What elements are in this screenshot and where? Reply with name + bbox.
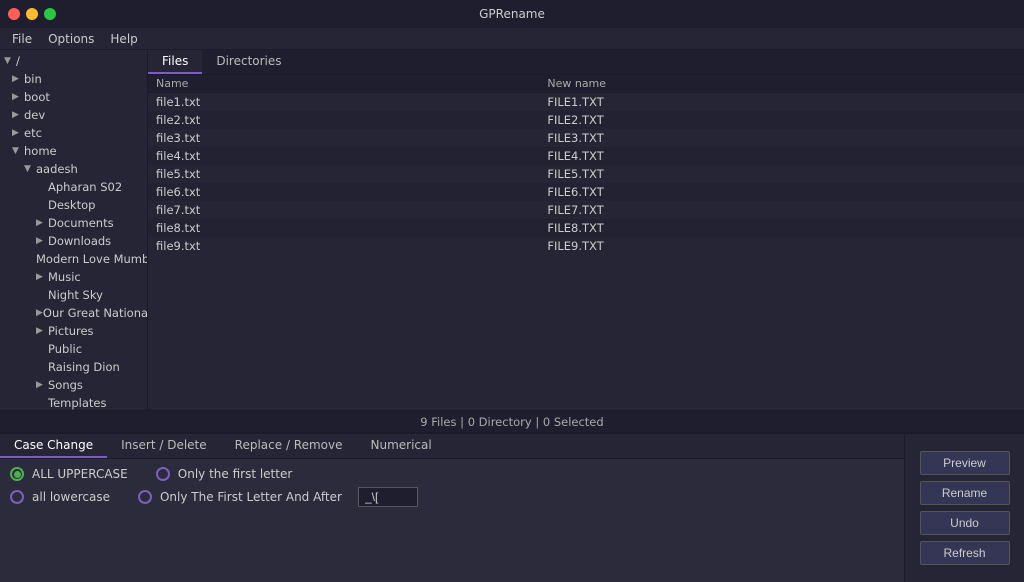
table-row[interactable]: file2.txtFILE2.TXT [148, 111, 1024, 129]
tree-item-templates[interactable]: Templates [0, 394, 147, 410]
tree-item-aadesh[interactable]: ▼aadesh [0, 160, 147, 178]
tree-item-modern[interactable]: Modern Love Mumbai [0, 250, 147, 268]
maximize-button[interactable] [44, 8, 56, 20]
label-first-letter: Only the first letter [178, 467, 293, 481]
close-button[interactable] [8, 8, 20, 20]
main-area: ▼ / ▶bin▶boot▶dev▶etc▼home▼aadeshApharan… [0, 50, 1024, 410]
tree-item-apharan[interactable]: Apharan S02 [0, 178, 147, 196]
tree-item-nightsky[interactable]: Night Sky [0, 286, 147, 304]
row-uppercase: ALL UPPERCASE Only the first letter [10, 467, 894, 481]
file-table: Name New name file1.txtFILE1.TXTfile2.tx… [148, 75, 1024, 255]
bottom-tabs: Case Change Insert / Delete Replace / Re… [0, 434, 904, 459]
file-newname-cell: FILE9.TXT [539, 237, 1024, 255]
menu-file[interactable]: File [4, 30, 40, 48]
file-newname-cell: FILE8.TXT [539, 219, 1024, 237]
file-name-cell: file3.txt [148, 129, 539, 147]
case-change-content: ALL UPPERCASE Only the first letter all … [0, 459, 904, 582]
tree-item-dev[interactable]: ▶dev [0, 106, 147, 124]
tree-item-etc[interactable]: ▶etc [0, 124, 147, 142]
file-name-cell: file6.txt [148, 183, 539, 201]
btab-replace-remove[interactable]: Replace / Remove [221, 434, 357, 458]
tab-directories[interactable]: Directories [202, 50, 295, 74]
label-uppercase: ALL UPPERCASE [32, 467, 128, 481]
first-after-input[interactable] [358, 487, 418, 507]
file-name-cell: file7.txt [148, 201, 539, 219]
menubar: File Options Help [0, 28, 1024, 50]
file-name-cell: file9.txt [148, 237, 539, 255]
tree-item-pictures[interactable]: ▶Pictures [0, 322, 147, 340]
tab-files[interactable]: Files [148, 50, 202, 74]
file-name-cell: file2.txt [148, 111, 539, 129]
radio-first-and-after[interactable] [138, 490, 152, 504]
refresh-button[interactable]: Refresh [920, 541, 1010, 565]
tree-item-boot[interactable]: ▶boot [0, 88, 147, 106]
file-newname-cell: FILE6.TXT [539, 183, 1024, 201]
file-newname-cell: FILE3.TXT [539, 129, 1024, 147]
table-row[interactable]: file5.txtFILE5.TXT [148, 165, 1024, 183]
statusbar: 9 Files | 0 Directory | 0 Selected [0, 410, 1024, 432]
preview-button[interactable]: Preview [920, 451, 1010, 475]
file-name-cell: file4.txt [148, 147, 539, 165]
table-row[interactable]: file6.txtFILE6.TXT [148, 183, 1024, 201]
table-row[interactable]: file8.txtFILE8.TXT [148, 219, 1024, 237]
minimize-button[interactable] [26, 8, 38, 20]
tree-item-bin[interactable]: ▶bin [0, 70, 147, 88]
tree-item-public[interactable]: Public [0, 340, 147, 358]
table-row[interactable]: file3.txtFILE3.TXT [148, 129, 1024, 147]
btab-case-change[interactable]: Case Change [0, 434, 107, 458]
label-lowercase: all lowercase [32, 490, 110, 504]
tree-root[interactable]: ▼ / [0, 52, 147, 70]
file-newname-cell: FILE1.TXT [539, 93, 1024, 112]
row-lowercase: all lowercase Only The First Letter And … [10, 487, 894, 507]
tree-item-raising[interactable]: Raising Dion [0, 358, 147, 376]
tree-item-downloads[interactable]: ▶Downloads [0, 232, 147, 250]
radio-lowercase[interactable] [10, 490, 24, 504]
table-row[interactable]: file9.txtFILE9.TXT [148, 237, 1024, 255]
file-newname-cell: FILE2.TXT [539, 111, 1024, 129]
file-list-panel: Files Directories Name New name file1.tx… [148, 50, 1024, 410]
file-name-cell: file1.txt [148, 93, 539, 112]
rename-button[interactable]: Rename [920, 481, 1010, 505]
tree-item-documents[interactable]: ▶Documents [0, 214, 147, 232]
radio-first-letter[interactable] [156, 467, 170, 481]
tree-item-home[interactable]: ▼home [0, 142, 147, 160]
col-name: Name [148, 75, 539, 93]
file-name-cell: file5.txt [148, 165, 539, 183]
btab-numerical[interactable]: Numerical [357, 434, 446, 458]
titlebar: GPRename [0, 0, 1024, 28]
table-row[interactable]: file4.txtFILE4.TXT [148, 147, 1024, 165]
sidebar: ▼ / ▶bin▶boot▶dev▶etc▼home▼aadeshApharan… [0, 50, 148, 410]
file-newname-cell: FILE5.TXT [539, 165, 1024, 183]
menu-help[interactable]: Help [102, 30, 145, 48]
app-title: GPRename [479, 7, 545, 21]
file-name-cell: file8.txt [148, 219, 539, 237]
table-row[interactable]: file1.txtFILE1.TXT [148, 93, 1024, 112]
table-row[interactable]: file7.txtFILE7.TXT [148, 201, 1024, 219]
tree-item-music[interactable]: ▶Music [0, 268, 147, 286]
radio-uppercase[interactable] [10, 467, 24, 481]
col-newname: New name [539, 75, 1024, 93]
window-controls [8, 8, 56, 20]
tree-item-ourgreat[interactable]: ▶Our Great National [0, 304, 147, 322]
status-text: 9 Files | 0 Directory | 0 Selected [420, 415, 603, 429]
file-tab-bar: Files Directories [148, 50, 1024, 75]
file-newname-cell: FILE4.TXT [539, 147, 1024, 165]
label-first-and-after: Only The First Letter And After [160, 490, 342, 504]
file-newname-cell: FILE7.TXT [539, 201, 1024, 219]
tree-item-songs[interactable]: ▶Songs [0, 376, 147, 394]
tree-item-desktop[interactable]: Desktop [0, 196, 147, 214]
menu-options[interactable]: Options [40, 30, 102, 48]
btab-insert-delete[interactable]: Insert / Delete [107, 434, 221, 458]
undo-button[interactable]: Undo [920, 511, 1010, 535]
